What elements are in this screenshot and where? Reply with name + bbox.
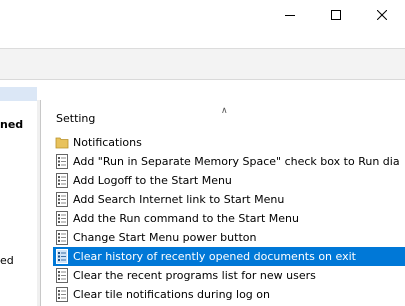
menu-bar [0, 30, 405, 49]
list-item-label: Add "Run in Separate Memory Space" check… [73, 155, 400, 168]
policy-setting-icon [56, 287, 68, 302]
policy-setting-icon [56, 268, 68, 283]
policy-setting-icon [56, 173, 68, 188]
toolbar [0, 49, 405, 80]
maximize-button[interactable] [313, 0, 359, 30]
list-item-label: Clear the recent programs list for new u… [73, 269, 316, 282]
title-bar [0, 0, 405, 30]
list-item-label: Notifications [73, 136, 142, 149]
sort-ascending-icon: ∧ [221, 106, 228, 116]
maximize-icon [331, 10, 341, 20]
minimize-button[interactable] [267, 0, 313, 30]
tree-selection-highlight [0, 87, 37, 101]
policy-setting-icon [56, 211, 68, 226]
minimize-icon [285, 15, 295, 16]
list-item[interactable]: Add Search Internet link to Start Menu [53, 190, 405, 209]
list-item-label: Add Logoff to the Start Menu [73, 174, 232, 187]
policy-setting-icon [56, 230, 68, 245]
list-item[interactable]: Clear tile notifications during log on [53, 285, 405, 304]
list-item-label: Clear history of recently opened documen… [73, 250, 356, 263]
policy-setting-icon [56, 249, 68, 264]
list-item-label: Add Search Internet link to Start Menu [73, 193, 285, 206]
list-item[interactable]: Add the Run command to the Start Menu [53, 209, 405, 228]
list-item-label: Add the Run command to the Start Menu [73, 212, 299, 225]
policy-setting-icon [56, 192, 68, 207]
list-item[interactable]: Add "Run in Separate Memory Space" check… [53, 152, 405, 171]
tree-pane[interactable]: ned ed [0, 80, 37, 306]
list-item[interactable]: Add Logoff to the Start Menu [53, 171, 405, 190]
folder-icon [55, 137, 69, 149]
tree-item[interactable]: ed [0, 254, 14, 267]
list-item-selected[interactable]: Clear history of recently opened documen… [53, 247, 405, 266]
settings-list[interactable]: ∧ Setting Notifications Add "Run in Sepa… [40, 100, 405, 306]
close-icon [377, 10, 387, 20]
column-header-setting[interactable]: ∧ Setting [41, 100, 405, 128]
policy-setting-icon [56, 154, 68, 169]
list-item[interactable]: Clear the recent programs list for new u… [53, 266, 405, 285]
close-button[interactable] [359, 0, 405, 30]
list-item-label: Change Start Menu power button [73, 231, 257, 244]
list-item[interactable]: Notifications [53, 133, 405, 152]
tree-item[interactable]: ned [0, 118, 23, 131]
list-item-label: Clear tile notifications during log on [73, 288, 270, 301]
list-item[interactable]: Change Start Menu power button [53, 228, 405, 247]
column-header-label: Setting [56, 112, 96, 125]
